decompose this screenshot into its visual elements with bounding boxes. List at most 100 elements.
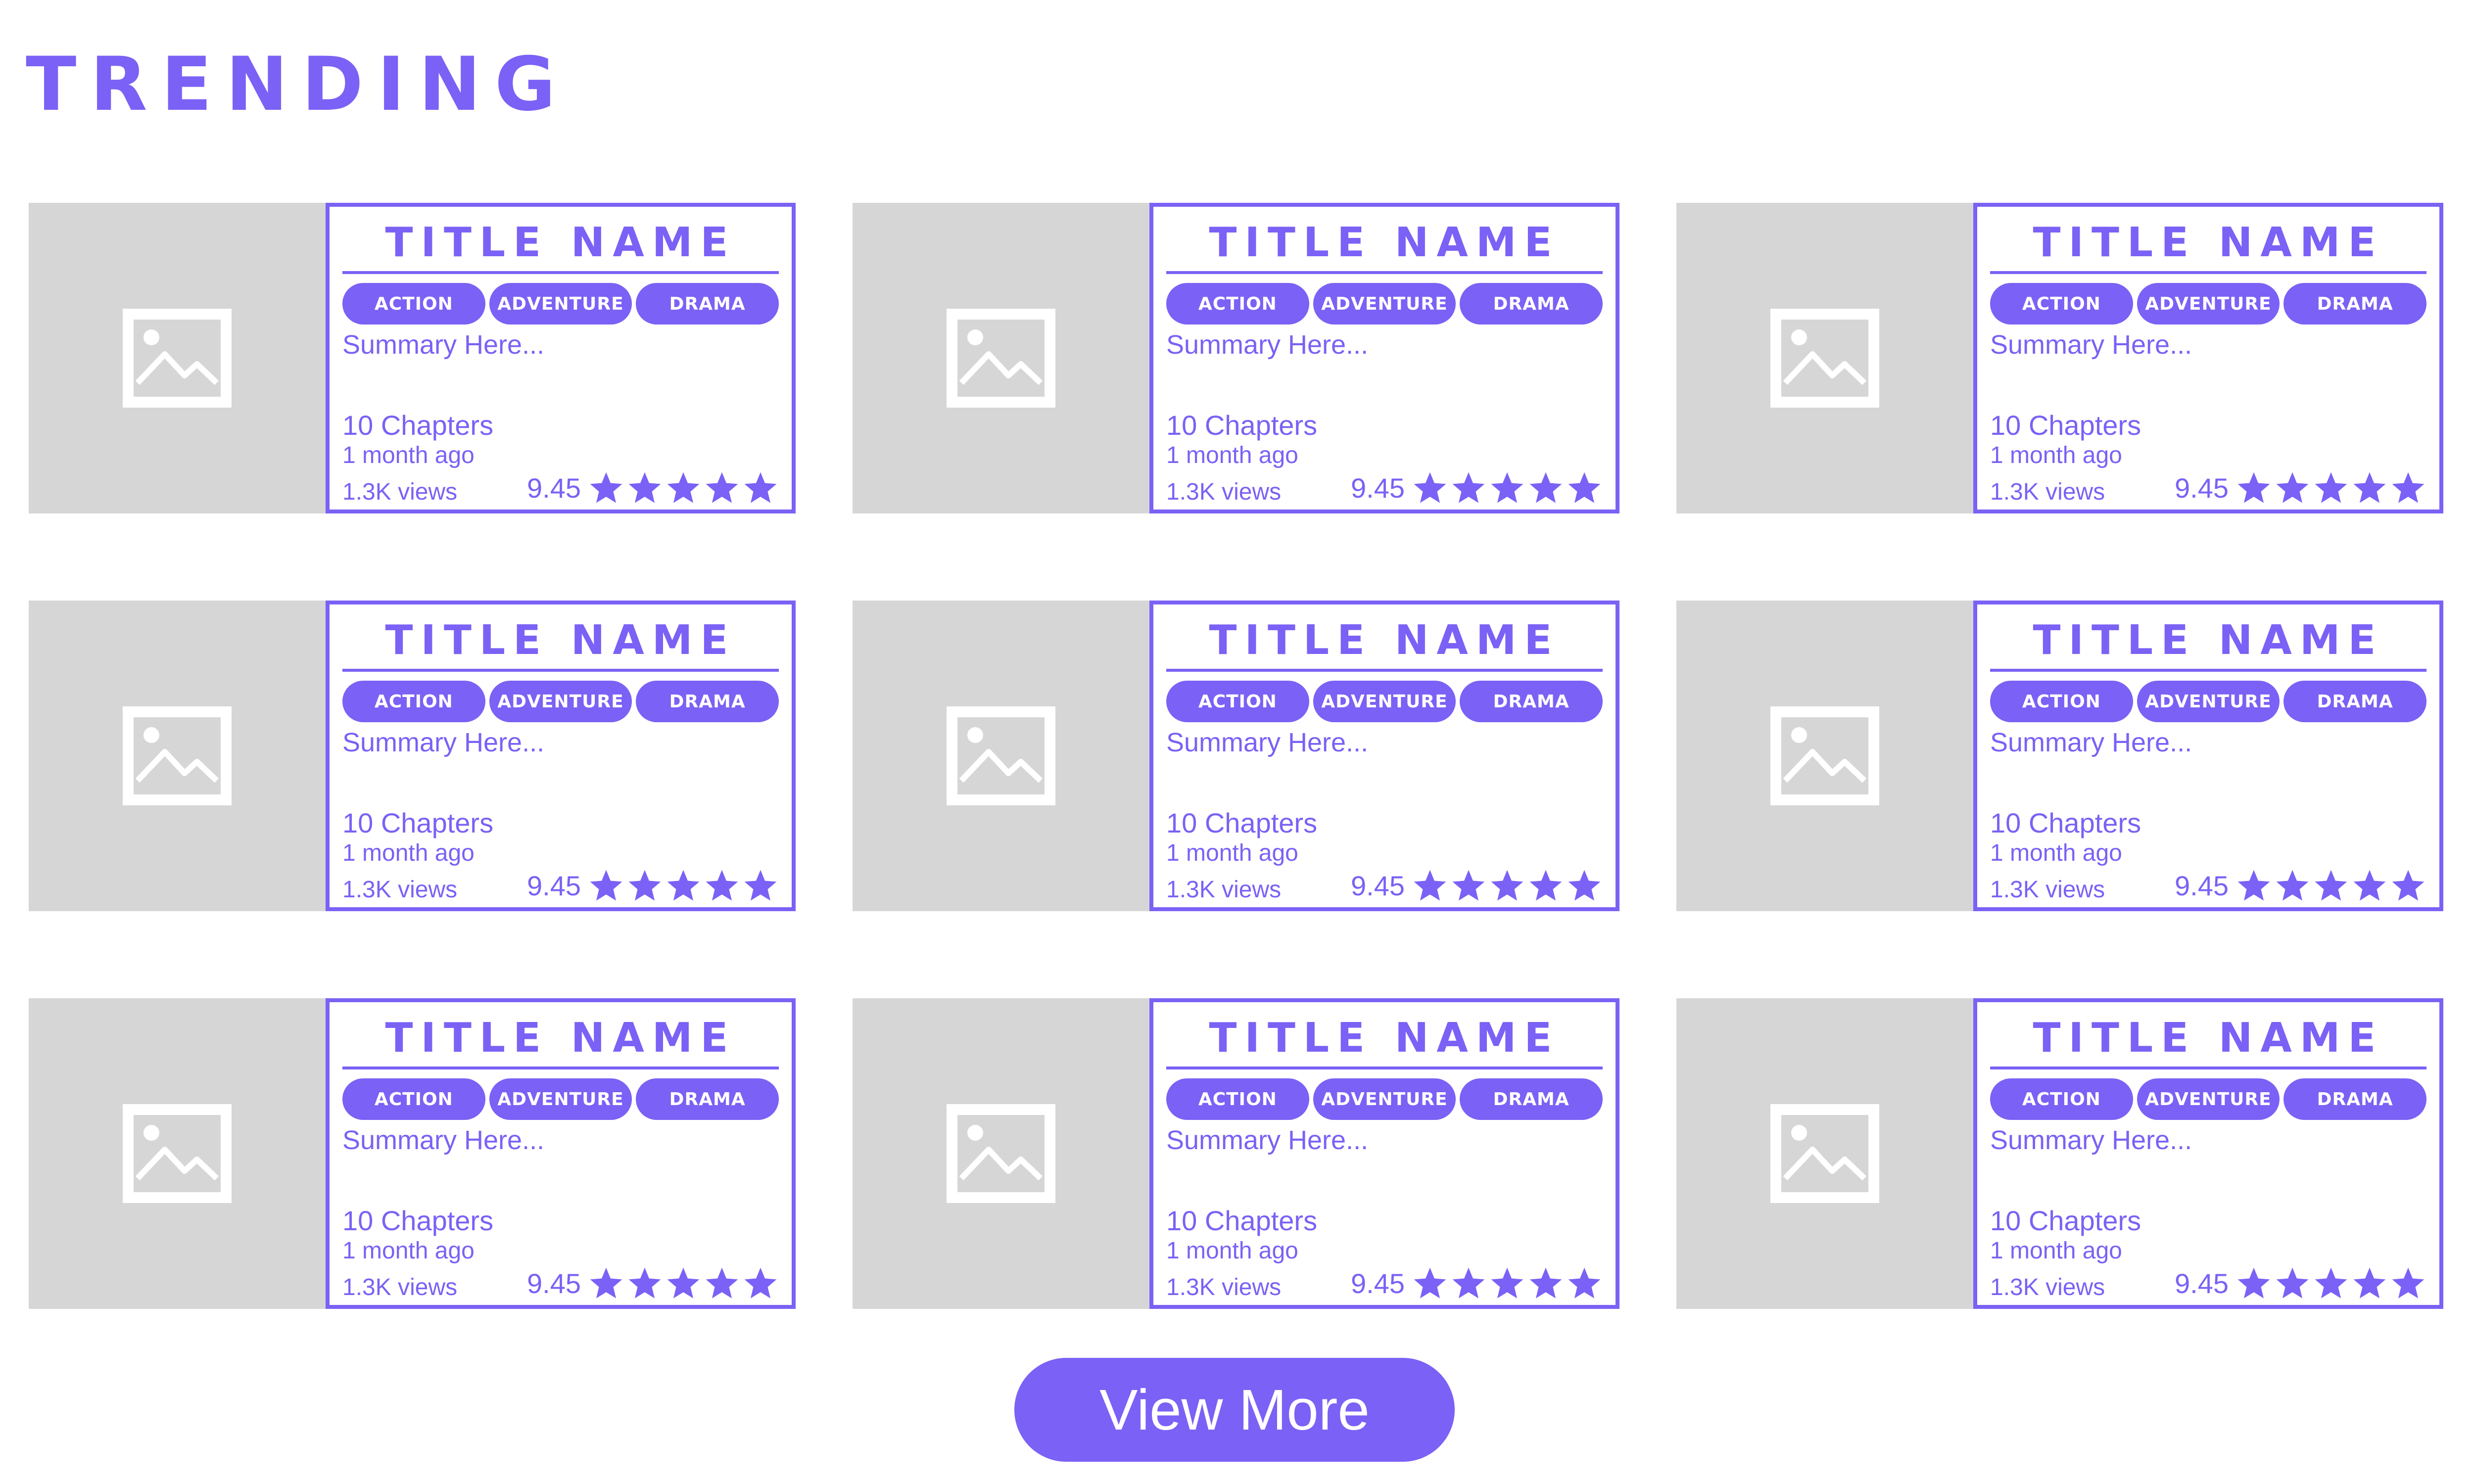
updated-time: 1 month ago bbox=[1166, 442, 1298, 469]
views-rating-row: 1.3K views 9.45 bbox=[1990, 1265, 2426, 1302]
view-count: 1.3K views bbox=[1166, 1274, 1282, 1301]
genre-tag-adventure[interactable]: ADVENTURE bbox=[489, 1078, 632, 1120]
views-rating-row: 1.3K views 9.45 bbox=[342, 470, 779, 507]
manga-card[interactable]: TITLE NAME ACTION ADVENTURE DRAMA Summar… bbox=[29, 998, 796, 1309]
manga-card[interactable]: TITLE NAME ACTION ADVENTURE DRAMA Summar… bbox=[1676, 203, 2443, 513]
genre-tag-action[interactable]: ACTION bbox=[1990, 1078, 2133, 1120]
chapter-count: 10 Chapters bbox=[1990, 807, 2141, 839]
card-title[interactable]: TITLE NAME bbox=[1166, 1008, 1603, 1069]
card-summary: Summary Here... bbox=[1990, 1125, 2192, 1155]
chapter-count: 10 Chapters bbox=[342, 807, 494, 839]
genre-tag-drama[interactable]: DRAMA bbox=[636, 283, 779, 325]
star-icon bbox=[744, 1267, 777, 1298]
manga-card[interactable]: TITLE NAME ACTION ADVENTURE DRAMA Summar… bbox=[853, 203, 1619, 513]
star-icon bbox=[706, 472, 738, 503]
card-title[interactable]: TITLE NAME bbox=[1166, 610, 1603, 672]
genre-tag-adventure[interactable]: ADVENTURE bbox=[2137, 283, 2280, 325]
manga-card[interactable]: TITLE NAME ACTION ADVENTURE DRAMA Summar… bbox=[29, 601, 796, 911]
manga-card[interactable]: TITLE NAME ACTION ADVENTURE DRAMA Summar… bbox=[1676, 998, 2443, 1309]
rating: 9.45 bbox=[2175, 1265, 2426, 1302]
genre-tag-adventure[interactable]: ADVENTURE bbox=[2137, 681, 2280, 722]
genre-tag-action[interactable]: ACTION bbox=[1166, 1078, 1309, 1120]
star-rating bbox=[2236, 470, 2426, 507]
view-count: 1.3K views bbox=[1166, 877, 1282, 903]
genre-tags: ACTION ADVENTURE DRAMA bbox=[1166, 681, 1603, 722]
star-icon bbox=[2276, 472, 2309, 503]
thumbnail-placeholder[interactable] bbox=[29, 203, 326, 513]
genre-tag-drama[interactable]: DRAMA bbox=[1460, 681, 1603, 722]
genre-tag-adventure[interactable]: ADVENTURE bbox=[1313, 681, 1456, 722]
genre-tag-drama[interactable]: DRAMA bbox=[2284, 681, 2427, 722]
genre-tag-action[interactable]: ACTION bbox=[342, 283, 485, 325]
thumbnail-placeholder[interactable] bbox=[853, 998, 1149, 1309]
genre-tag-drama[interactable]: DRAMA bbox=[636, 681, 779, 722]
star-icon bbox=[1414, 472, 1446, 503]
card-title[interactable]: TITLE NAME bbox=[1166, 213, 1603, 274]
star-rating bbox=[588, 470, 779, 507]
thumbnail-placeholder[interactable] bbox=[853, 601, 1149, 911]
genre-tag-action[interactable]: ACTION bbox=[342, 1078, 485, 1120]
card-summary: Summary Here... bbox=[1990, 728, 2192, 757]
star-icon bbox=[1529, 870, 1562, 901]
star-icon bbox=[2315, 870, 2347, 901]
star-icon bbox=[628, 1267, 661, 1298]
updated-time: 1 month ago bbox=[342, 442, 475, 469]
view-count: 1.3K views bbox=[342, 877, 458, 903]
chapter-count: 10 Chapters bbox=[1166, 807, 1318, 839]
genre-tag-adventure[interactable]: ADVENTURE bbox=[2137, 1078, 2280, 1120]
genre-tag-drama[interactable]: DRAMA bbox=[2284, 1078, 2427, 1120]
genre-tag-action[interactable]: ACTION bbox=[1990, 681, 2133, 722]
views-rating-row: 1.3K views 9.45 bbox=[1166, 868, 1603, 904]
star-icon bbox=[2276, 1267, 2309, 1298]
view-count: 1.3K views bbox=[342, 479, 458, 506]
card-title[interactable]: TITLE NAME bbox=[1990, 213, 2426, 274]
card-title[interactable]: TITLE NAME bbox=[1990, 1008, 2426, 1069]
genre-tag-action[interactable]: ACTION bbox=[1990, 283, 2133, 325]
updated-time: 1 month ago bbox=[342, 1238, 475, 1264]
image-placeholder-icon bbox=[123, 706, 232, 805]
genre-tag-drama[interactable]: DRAMA bbox=[1460, 283, 1603, 325]
star-icon bbox=[628, 870, 661, 901]
genre-tag-adventure[interactable]: ADVENTURE bbox=[489, 283, 632, 325]
card-footer: 10 Chapters 1 month ago 1.3K views 9.45 bbox=[1990, 1205, 2426, 1302]
card-title[interactable]: TITLE NAME bbox=[342, 610, 779, 672]
genre-tag-drama[interactable]: DRAMA bbox=[2284, 283, 2427, 325]
view-more-button[interactable]: View More bbox=[1014, 1358, 1455, 1462]
card-title[interactable]: TITLE NAME bbox=[342, 213, 779, 274]
thumbnail-placeholder[interactable] bbox=[853, 203, 1149, 513]
card-footer: 10 Chapters 1 month ago 1.3K views 9.45 bbox=[1166, 410, 1603, 507]
card-title[interactable]: TITLE NAME bbox=[1990, 610, 2426, 672]
views-rating-row: 1.3K views 9.45 bbox=[342, 868, 779, 904]
genre-tag-adventure[interactable]: ADVENTURE bbox=[1313, 1078, 1456, 1120]
card-info-panel: TITLE NAME ACTION ADVENTURE DRAMA Summar… bbox=[1149, 998, 1619, 1309]
manga-card[interactable]: TITLE NAME ACTION ADVENTURE DRAMA Summar… bbox=[1676, 601, 2443, 911]
rating: 9.45 bbox=[1351, 868, 1603, 904]
rating: 9.45 bbox=[527, 868, 779, 904]
rating-score: 9.45 bbox=[1351, 472, 1405, 504]
star-icon bbox=[1452, 472, 1485, 503]
genre-tag-drama[interactable]: DRAMA bbox=[1460, 1078, 1603, 1120]
manga-card[interactable]: TITLE NAME ACTION ADVENTURE DRAMA Summar… bbox=[853, 601, 1619, 911]
genre-tag-drama[interactable]: DRAMA bbox=[636, 1078, 779, 1120]
views-rating-row: 1.3K views 9.45 bbox=[1166, 470, 1603, 507]
thumbnail-placeholder[interactable] bbox=[29, 601, 326, 911]
genre-tag-action[interactable]: ACTION bbox=[342, 681, 485, 722]
star-icon bbox=[590, 1267, 622, 1298]
rating: 9.45 bbox=[1351, 470, 1603, 507]
genre-tag-adventure[interactable]: ADVENTURE bbox=[489, 681, 632, 722]
star-icon bbox=[706, 870, 738, 901]
star-icon bbox=[590, 870, 622, 901]
thumbnail-placeholder[interactable] bbox=[1676, 203, 1973, 513]
manga-card[interactable]: TITLE NAME ACTION ADVENTURE DRAMA Summar… bbox=[853, 998, 1619, 1309]
genre-tags: ACTION ADVENTURE DRAMA bbox=[342, 681, 779, 722]
card-title[interactable]: TITLE NAME bbox=[342, 1008, 779, 1069]
thumbnail-placeholder[interactable] bbox=[29, 998, 326, 1309]
thumbnail-placeholder[interactable] bbox=[1676, 601, 1973, 911]
genre-tag-action[interactable]: ACTION bbox=[1166, 283, 1309, 325]
card-info-panel: TITLE NAME ACTION ADVENTURE DRAMA Summar… bbox=[1149, 203, 1619, 513]
genre-tag-adventure[interactable]: ADVENTURE bbox=[1313, 283, 1456, 325]
card-footer: 10 Chapters 1 month ago 1.3K views 9.45 bbox=[1990, 410, 2426, 507]
manga-card[interactable]: TITLE NAME ACTION ADVENTURE DRAMA Summar… bbox=[29, 203, 796, 513]
genre-tag-action[interactable]: ACTION bbox=[1166, 681, 1309, 722]
thumbnail-placeholder[interactable] bbox=[1676, 998, 1973, 1309]
